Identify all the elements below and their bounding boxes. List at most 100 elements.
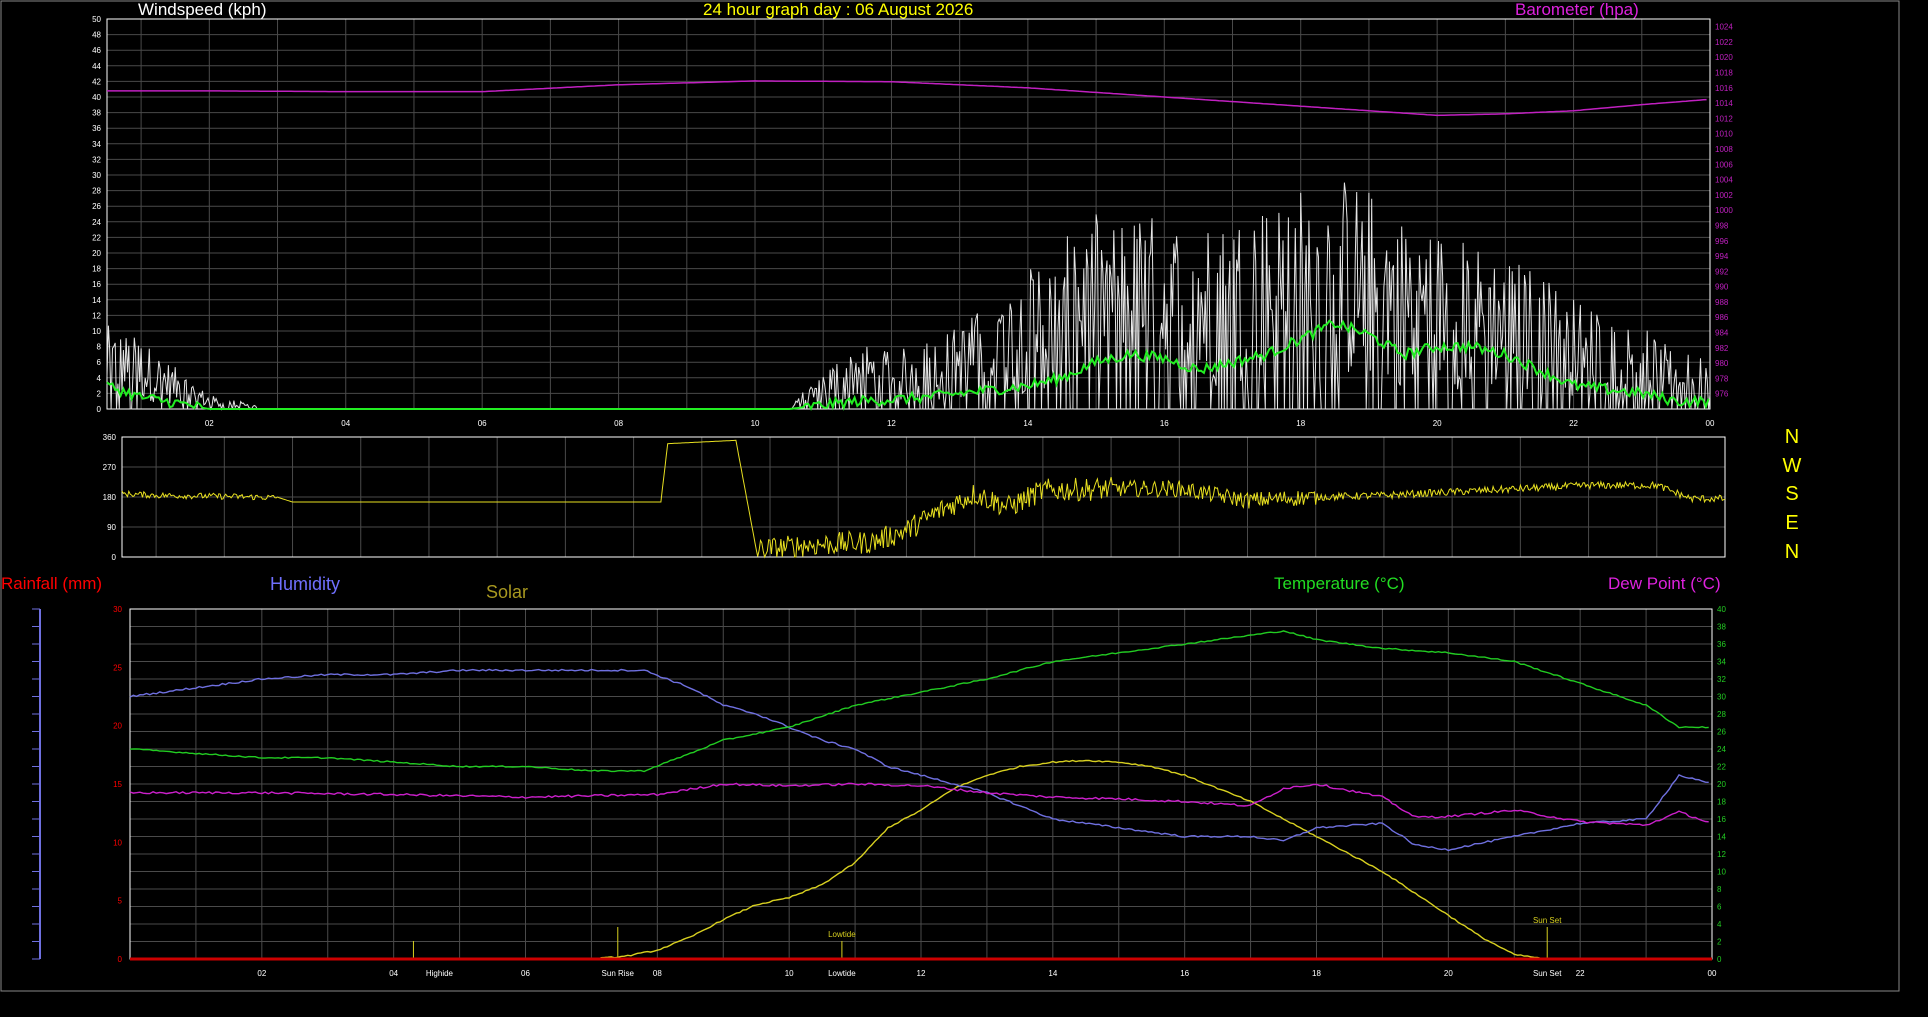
climate-x-tick-label: 00 bbox=[1708, 969, 1717, 978]
barometer-y-tick-label: 984 bbox=[1715, 329, 1729, 338]
barometer-y-tick-label: 986 bbox=[1715, 313, 1729, 322]
wind-x-tick-label: 18 bbox=[1296, 419, 1305, 428]
wind-y-tick-label: 2 bbox=[97, 389, 102, 398]
temperature-y-tick-label: 34 bbox=[1717, 658, 1726, 667]
rainfall-y-tick-label: 25 bbox=[113, 663, 122, 672]
solar-line bbox=[129, 759, 1709, 961]
compass-label-east: E bbox=[1785, 512, 1799, 534]
barometer-y-tick-label: 1006 bbox=[1715, 160, 1733, 169]
climate-x-tick-label: 18 bbox=[1312, 969, 1321, 978]
rainfall-axis-title: Rainfall (mm) bbox=[1, 574, 103, 593]
temperature-y-tick-label: 40 bbox=[1717, 605, 1726, 614]
wind-x-tick-label: 04 bbox=[341, 419, 350, 428]
wind-y-tick-label: 50 bbox=[92, 15, 101, 24]
barometer-y-tick-label: 982 bbox=[1715, 344, 1729, 353]
wind-y-tick-label: 40 bbox=[92, 93, 101, 102]
barometer-y-tick-label: 1002 bbox=[1715, 191, 1733, 200]
weather-charts-svg: 0246810121416182022242628303234363840424… bbox=[0, 0, 1900, 992]
temperature-y-tick-label: 36 bbox=[1717, 640, 1726, 649]
dewpoint-legend-label: Dew Point (°C) bbox=[1608, 574, 1721, 593]
temperature-y-tick-label: 4 bbox=[1717, 920, 1722, 929]
temperature-y-tick-label: 12 bbox=[1717, 850, 1726, 859]
compass-label-south: S bbox=[1785, 483, 1799, 505]
tide-axis-label: Highide bbox=[426, 969, 454, 978]
climate-x-tick-label: 10 bbox=[785, 969, 794, 978]
barometer-y-tick-label: 994 bbox=[1715, 252, 1729, 261]
lowtide-marker-label: Lowtide bbox=[828, 930, 856, 939]
rainfall-y-tick-label: 30 bbox=[113, 605, 122, 614]
wind-y-tick-label: 10 bbox=[92, 327, 101, 336]
wind-y-tick-label: 8 bbox=[97, 343, 102, 352]
solar-legend-label: Solar bbox=[486, 582, 529, 602]
temperature-y-tick-label: 16 bbox=[1717, 815, 1726, 824]
direction-y-tick-label: 90 bbox=[107, 523, 116, 532]
humidity-legend-label: Humidity bbox=[270, 574, 341, 594]
wind-x-tick-label: 14 bbox=[1023, 419, 1032, 428]
temperature-y-tick-label: 32 bbox=[1717, 675, 1726, 684]
barometer-y-tick-label: 990 bbox=[1715, 283, 1729, 292]
barometer-y-tick-label: 1008 bbox=[1715, 145, 1733, 154]
temperature-y-tick-label: 10 bbox=[1717, 868, 1726, 877]
direction-y-tick-label: 180 bbox=[103, 493, 117, 502]
barometer-y-tick-label: 998 bbox=[1715, 221, 1729, 230]
climate-x-tick-label: 16 bbox=[1180, 969, 1189, 978]
temperature-axis-title: Temperature (°C) bbox=[1274, 574, 1405, 593]
wind-x-tick-label: 06 bbox=[478, 419, 487, 428]
wind-y-tick-label: 48 bbox=[92, 31, 101, 40]
wind-y-tick-label: 14 bbox=[92, 296, 101, 305]
sun-axis-label: Sun Rise bbox=[602, 969, 635, 978]
barometer-axis-title: Barometer (hpa) bbox=[1515, 0, 1639, 19]
temperature-y-tick-label: 18 bbox=[1717, 798, 1726, 807]
rainfall-y-tick-label: 20 bbox=[113, 722, 122, 731]
temperature-y-tick-label: 30 bbox=[1717, 693, 1726, 702]
barometer-y-tick-label: 980 bbox=[1715, 359, 1729, 368]
temperature-y-tick-label: 14 bbox=[1717, 833, 1726, 842]
compass-label-north-bottom: N bbox=[1784, 541, 1800, 563]
barometer-y-tick-label: 988 bbox=[1715, 298, 1729, 307]
wind-y-tick-label: 16 bbox=[92, 280, 101, 289]
climate-x-tick-label: 02 bbox=[257, 969, 266, 978]
wind-y-tick-label: 32 bbox=[92, 155, 101, 164]
wind-x-tick-label: 10 bbox=[751, 419, 760, 428]
temperature-y-tick-label: 20 bbox=[1717, 780, 1726, 789]
wind-y-tick-label: 0 bbox=[97, 405, 102, 414]
wind-y-tick-label: 12 bbox=[92, 311, 101, 320]
temperature-line bbox=[129, 630, 1709, 773]
wind-y-tick-label: 38 bbox=[92, 109, 101, 118]
climate-x-tick-label: 12 bbox=[917, 969, 926, 978]
barometer-y-tick-label: 1004 bbox=[1715, 176, 1733, 185]
rainfall-y-tick-label: 15 bbox=[113, 780, 122, 789]
temperature-y-tick-label: 2 bbox=[1717, 938, 1722, 947]
rainfall-y-tick-label: 0 bbox=[118, 955, 123, 964]
temperature-y-tick-label: 6 bbox=[1717, 903, 1722, 912]
sunset-marker-label: Sun Set bbox=[1533, 916, 1562, 925]
barometer-line bbox=[107, 80, 1707, 117]
direction-y-tick-label: 0 bbox=[112, 553, 117, 562]
barometer-y-tick-label: 1010 bbox=[1715, 130, 1733, 139]
climate-x-tick-label: 20 bbox=[1444, 969, 1453, 978]
climate-x-tick-label: 14 bbox=[1048, 969, 1057, 978]
temperature-y-tick-label: 22 bbox=[1717, 763, 1726, 772]
graph-title: 24 hour graph day : 06 August 2026 bbox=[703, 0, 974, 19]
climate-x-tick-label: 04 bbox=[389, 969, 398, 978]
windspeed-axis-title: Windspeed (kph) bbox=[138, 0, 267, 19]
rainfall-y-tick-label: 10 bbox=[113, 838, 122, 847]
barometer-y-tick-label: 976 bbox=[1715, 390, 1729, 399]
temperature-y-tick-label: 38 bbox=[1717, 623, 1726, 632]
barometer-y-tick-label: 1020 bbox=[1715, 53, 1733, 62]
wind-y-tick-label: 34 bbox=[92, 140, 101, 149]
temperature-y-tick-label: 24 bbox=[1717, 745, 1726, 754]
wind-y-tick-label: 46 bbox=[92, 46, 101, 55]
wind-x-tick-label: 02 bbox=[205, 419, 214, 428]
windspeed-line bbox=[106, 182, 1711, 411]
barometer-y-tick-label: 1024 bbox=[1715, 23, 1733, 32]
wind-y-tick-label: 24 bbox=[92, 218, 101, 227]
wind-y-tick-label: 6 bbox=[97, 358, 102, 367]
temperature-y-tick-label: 28 bbox=[1717, 710, 1726, 719]
direction-y-tick-label: 270 bbox=[103, 463, 117, 472]
outer-frame bbox=[0, 0, 1900, 992]
wind-y-tick-label: 28 bbox=[92, 187, 101, 196]
weather-graph-page: 0 2 4 6 8 10 12 14 16 18 20 22 24 26 28 30 32 34 36 38 40 42 4… bbox=[0, 0, 1928, 1017]
barometer-y-tick-label: 992 bbox=[1715, 267, 1729, 276]
wind-x-tick-label: 20 bbox=[1433, 419, 1442, 428]
